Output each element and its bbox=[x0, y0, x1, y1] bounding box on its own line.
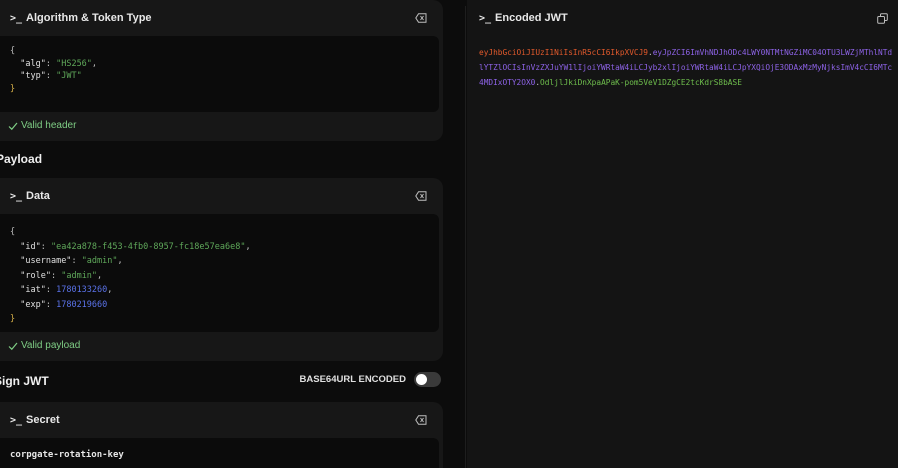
json-close-brace: } bbox=[10, 83, 16, 94]
json-value-role: "admin" bbox=[61, 270, 98, 281]
encoded-jwt-title: Encoded JWT bbox=[495, 12, 568, 24]
header-valid-status: Valid header bbox=[8, 120, 76, 131]
json-key-id: "id" bbox=[20, 241, 41, 252]
payload-section-title: Payload bbox=[0, 152, 43, 166]
column-divider bbox=[465, 6, 466, 468]
terminal-prompt-icon: >_ bbox=[10, 190, 23, 202]
secret-card-title-wrap: >_ Secret bbox=[10, 414, 60, 426]
column-gap bbox=[445, 0, 467, 468]
base64url-toggle-label: BASE64URL ENCODED bbox=[299, 374, 406, 385]
data-card-title: Data bbox=[26, 190, 50, 202]
data-card-title-wrap: >_ Data bbox=[10, 190, 50, 202]
json-key-alg: "alg" bbox=[20, 58, 46, 69]
terminal-prompt-icon: >_ bbox=[10, 414, 23, 426]
data-card: >_ Data { "id": "ea42a878-f453-4fb0-8957… bbox=[0, 178, 443, 361]
terminal-prompt-icon: >_ bbox=[10, 12, 23, 24]
data-card-head: >_ Data bbox=[10, 178, 429, 214]
encoded-jwt-head: >_ Encoded JWT bbox=[479, 0, 890, 36]
json-line-id: "id": "ea42a878-f453-4fb0-8957-fc18e57ea… bbox=[20, 241, 251, 252]
payload-valid-status: Valid payload bbox=[8, 340, 80, 351]
encoded-jwt-title-wrap: >_ Encoded JWT bbox=[479, 12, 568, 24]
json-line-exp: "exp": 1780219660 bbox=[20, 299, 108, 310]
json-line-iat: "iat": 1780133260, bbox=[20, 285, 113, 295]
base64url-toggle[interactable] bbox=[414, 372, 441, 387]
json-line-username: "username": "admin", bbox=[20, 256, 123, 266]
payload-json-editor[interactable]: { "id": "ea42a878-f453-4fb0-8957-fc18e57… bbox=[0, 214, 439, 332]
backspace-icon bbox=[415, 415, 427, 425]
json-comma: , bbox=[91, 58, 98, 69]
jwt-signature-part: OdljlJkiDnXpaAPaK-pom5VeV1DZgCE2tcKdrS8b… bbox=[540, 78, 742, 87]
clear-header-button[interactable] bbox=[413, 10, 429, 26]
copy-jwt-button[interactable] bbox=[874, 10, 890, 26]
left-column: >_ Algorithm & Token Type { "alg": "HS25… bbox=[0, 0, 445, 468]
header-valid-text: Valid header bbox=[21, 120, 77, 131]
toggle-knob bbox=[416, 374, 427, 385]
json-line-typ: "typ": "JWT" bbox=[20, 71, 82, 81]
json-key-role: "role" bbox=[20, 270, 51, 281]
base64url-toggle-row: BASE64URL ENCODED bbox=[300, 372, 441, 387]
json-close-brace: } bbox=[10, 314, 16, 324]
json-line-role: "role": "admin", bbox=[20, 270, 103, 281]
header-card: >_ Algorithm & Token Type { "alg": "HS25… bbox=[0, 0, 443, 141]
json-value-id: "ea42a878-f453-4fb0-8957-fc18e57ea6e8" bbox=[50, 241, 246, 252]
header-json-editor[interactable]: { "alg": "HS256", "typ": "JWT" } bbox=[0, 36, 439, 112]
clear-secret-button[interactable] bbox=[413, 412, 429, 428]
encoded-jwt-panel: >_ Encoded JWT eyJhbGciOiJIUzI1NiIsInR5c… bbox=[467, 0, 898, 468]
json-key-typ: "typ" bbox=[20, 71, 46, 81]
secret-card-title: Secret bbox=[26, 414, 60, 426]
json-key-username: "username" bbox=[20, 256, 72, 266]
secret-input[interactable]: corpgate-rotation-key bbox=[0, 438, 439, 468]
header-card-title: Algorithm & Token Type bbox=[26, 12, 152, 24]
json-value-typ: "JWT" bbox=[56, 71, 82, 81]
clear-payload-button[interactable] bbox=[413, 188, 429, 204]
copy-icon bbox=[876, 12, 888, 24]
json-value-iat: 1780133260 bbox=[56, 285, 108, 295]
header-card-head: >_ Algorithm & Token Type bbox=[10, 0, 429, 36]
backspace-icon bbox=[415, 191, 427, 201]
secret-card: >_ Secret corpgate-rotation-key bbox=[0, 402, 443, 468]
jwt-debugger: >_ Algorithm & Token Type { "alg": "HS25… bbox=[0, 0, 898, 468]
secret-card-head: >_ Secret bbox=[10, 402, 429, 438]
jwt-header-part: eyJhbGciOiJIUzI1NiIsInR5cCI6IkpXVCJ9 bbox=[479, 48, 648, 57]
json-value-alg: "HS256" bbox=[56, 58, 92, 69]
backspace-icon bbox=[415, 13, 427, 23]
json-value-username: "admin" bbox=[81, 256, 118, 266]
encoded-jwt-text[interactable]: eyJhbGciOiJIUzI1NiIsInR5cCI6IkpXVCJ9.eyJ… bbox=[479, 45, 895, 90]
check-icon bbox=[8, 342, 18, 350]
json-open-brace: { bbox=[10, 227, 16, 237]
header-card-title-wrap: >_ Algorithm & Token Type bbox=[10, 12, 152, 24]
sign-section-title: Sign JWT bbox=[0, 374, 49, 388]
json-key-iat: "iat" bbox=[20, 285, 46, 295]
json-key-exp: "exp" bbox=[20, 299, 46, 310]
json-line-alg: "alg": "HS256", bbox=[20, 58, 98, 69]
json-open-brace: { bbox=[10, 46, 16, 56]
json-value-exp: 1780219660 bbox=[56, 299, 108, 310]
payload-valid-text: Valid payload bbox=[21, 340, 81, 351]
check-icon bbox=[8, 122, 18, 130]
terminal-prompt-icon: >_ bbox=[479, 12, 492, 24]
